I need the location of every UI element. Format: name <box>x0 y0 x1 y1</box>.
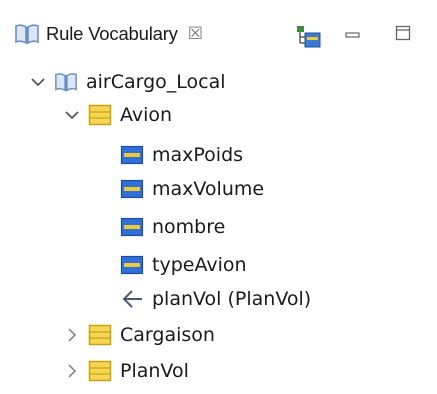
chevron-right-icon[interactable] <box>64 327 80 343</box>
tree-node-label: airCargo_Local <box>86 71 226 93</box>
association-icon <box>120 287 144 311</box>
tree-node-maxvolume[interactable]: maxVolume <box>120 172 264 206</box>
book-icon <box>54 70 78 94</box>
tree-node-cargaison[interactable]: Cargaison <box>64 318 215 352</box>
tree-node-aircargo-local[interactable]: airCargo_Local <box>30 65 226 99</box>
chevron-down-icon[interactable] <box>64 107 80 123</box>
attribute-icon <box>120 215 144 239</box>
tree-node-avion[interactable]: Avion <box>64 98 172 132</box>
tree-node-label: Avion <box>120 104 173 126</box>
tree-node-label: PlanVol <box>120 360 189 382</box>
tab-rule-vocabulary[interactable]: Rule Vocabulary ☒ <box>14 20 203 48</box>
minimize-icon[interactable] <box>345 27 361 46</box>
attribute-icon <box>120 177 144 201</box>
attribute-icon <box>120 143 144 167</box>
class-icon <box>88 359 112 383</box>
tree-node-typeavion[interactable]: typeAvion <box>120 248 247 282</box>
tree-node-planvol-association[interactable]: planVol (PlanVol) <box>120 282 311 316</box>
tree-node-label: maxPoids <box>152 144 244 166</box>
tree-node-label: maxVolume <box>152 178 265 200</box>
maximize-icon[interactable] <box>395 25 412 46</box>
class-icon <box>88 103 112 127</box>
tree-node-label: typeAvion <box>152 254 247 276</box>
tree-node-label: nombre <box>152 216 226 238</box>
class-icon <box>88 323 112 347</box>
tree-node-planvol[interactable]: PlanVol <box>64 354 189 388</box>
view-tab-bar: Rule Vocabulary ☒ <box>0 0 437 62</box>
tab-close-icon[interactable]: ☒ <box>188 24 203 44</box>
book-icon <box>14 22 40 46</box>
chevron-down-icon[interactable] <box>30 74 46 90</box>
chevron-right-icon[interactable] <box>64 363 80 379</box>
tree-node-label: Cargaison <box>120 324 215 346</box>
attribute-icon <box>120 253 144 277</box>
tree-node-maxpoids[interactable]: maxPoids <box>120 138 243 172</box>
tree-node-nombre[interactable]: nombre <box>120 210 225 244</box>
new-term-icon[interactable] <box>295 24 323 54</box>
tab-title: Rule Vocabulary <box>46 23 178 44</box>
tree-node-label: planVol (PlanVol) <box>152 288 312 310</box>
